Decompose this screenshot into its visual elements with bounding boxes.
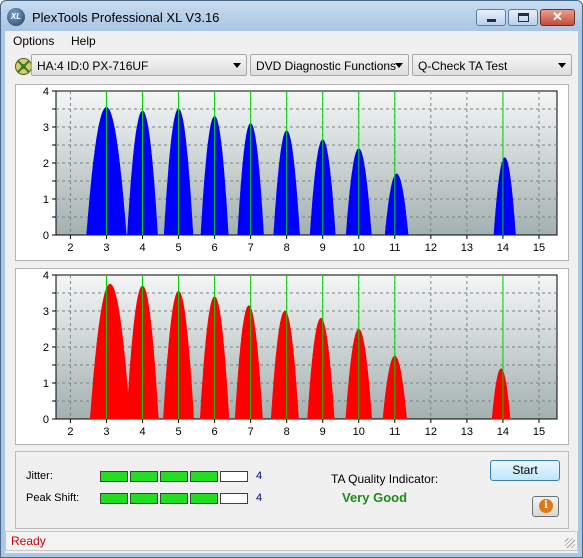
meter-segment xyxy=(160,471,188,482)
ta-quality-label: TA Quality Indicator: xyxy=(331,472,439,486)
x-tick-label: 10 xyxy=(353,426,365,438)
meter-segment xyxy=(220,493,248,504)
peak-shift-meter xyxy=(100,493,248,504)
x-tick-label: 3 xyxy=(103,426,109,438)
x-tick-label: 11 xyxy=(389,426,400,438)
maximize-button[interactable] xyxy=(508,9,538,26)
x-tick-label: 12 xyxy=(425,426,437,438)
menu-help[interactable]: Help xyxy=(71,34,96,48)
function-select-value: DVD Diagnostic Functions xyxy=(256,59,397,73)
x-tick-label: 13 xyxy=(461,426,473,438)
x-tick-label: 14 xyxy=(497,426,509,438)
y-tick-label: 1 xyxy=(43,194,49,206)
ta-quality-value: Very Good xyxy=(342,490,408,505)
jitter-label: Jitter: xyxy=(26,470,53,482)
close-button[interactable]: ✕ xyxy=(540,9,575,26)
y-tick-label: 0 xyxy=(43,230,49,242)
land-chart-svg: 012342 3 4 5 6 7 8 9 10 11 12 13 14 15 xyxy=(43,86,558,254)
x-tick-label: 7 xyxy=(248,242,254,254)
x-tick-label: 15 xyxy=(533,242,545,254)
window-title: PlexTools Professional XL V3.16 xyxy=(32,10,220,25)
y-tick-label: 3 xyxy=(43,122,49,134)
status-bar: Ready xyxy=(5,531,578,551)
meter-segment xyxy=(100,471,128,482)
pit-chart: 0 1 2 3 4 2 3 4 5 6 7 8 9 10 11 12 13 14 15 xyxy=(15,268,569,445)
meter-segment xyxy=(130,493,158,504)
x-tick-label: 5 xyxy=(175,426,181,438)
land-chart: 0 1 2 3 4 2 3 4 5 6 7 8 9 10 11 12 13 14 15 xyxy=(15,84,569,261)
chevron-down-icon xyxy=(558,63,566,68)
x-tick-label: 2 xyxy=(67,242,73,254)
x-tick-label: 8 xyxy=(284,426,290,438)
meter-segment xyxy=(190,471,218,482)
meter-segment xyxy=(190,493,218,504)
status-text: Ready xyxy=(11,534,46,548)
result-panel: Jitter: 4 Peak Shift: 4 TA Quality Indic… xyxy=(15,451,569,529)
x-tick-label: 4 xyxy=(139,242,145,254)
close-icon: ✕ xyxy=(552,9,563,24)
x-tick-label: 6 xyxy=(212,242,218,254)
start-button[interactable]: Start xyxy=(490,460,560,481)
drive-select[interactable]: HA:4 ID:0 PX-716UF xyxy=(31,54,247,76)
x-tick-label: 11 xyxy=(389,242,400,254)
x-tick-label: 7 xyxy=(248,426,254,438)
info-button[interactable]: i xyxy=(532,496,559,517)
x-tick-label: 10 xyxy=(353,242,365,254)
x-tick-label: 9 xyxy=(320,242,326,254)
x-tick-label: 15 xyxy=(533,426,545,438)
x-tick-label: 9 xyxy=(320,426,326,438)
jitter-value: 4 xyxy=(256,470,263,482)
y-tick-label: 4 xyxy=(43,86,49,98)
menu-options[interactable]: Options xyxy=(13,34,54,48)
maximize-icon xyxy=(518,13,529,22)
x-tick-label: 12 xyxy=(425,242,437,254)
pit-chart-svg: 012342 3 4 5 6 7 8 9 10 11 12 13 14 15 xyxy=(43,270,558,438)
client-area: Options Help HA:4 ID:0 PX-716UF DVD Diag… xyxy=(5,31,578,553)
minimize-button[interactable] xyxy=(476,9,506,26)
minimize-icon xyxy=(487,19,496,22)
info-icon: i xyxy=(539,499,553,513)
y-tick-label: 2 xyxy=(43,158,49,170)
meter-segment xyxy=(130,471,158,482)
y-tick-label: 4 xyxy=(43,270,49,282)
x-tick-label: 14 xyxy=(497,242,509,254)
x-tick-label: 13 xyxy=(461,242,473,254)
toolbar: HA:4 ID:0 PX-716UF DVD Diagnostic Functi… xyxy=(5,52,578,78)
chevron-down-icon xyxy=(395,63,403,68)
resize-grip-icon[interactable] xyxy=(565,538,575,548)
chevron-down-icon xyxy=(233,63,241,68)
function-select[interactable]: DVD Diagnostic Functions xyxy=(250,54,409,76)
title-bar[interactable]: XL PlexTools Professional XL V3.16 ✕ xyxy=(1,1,582,31)
meter-segment xyxy=(220,471,248,482)
y-tick-label: 2 xyxy=(43,342,49,354)
x-tick-label: 2 xyxy=(67,426,73,438)
y-tick-label: 1 xyxy=(43,378,49,390)
y-tick-label: 0 xyxy=(43,414,49,426)
drive-select-value: HA:4 ID:0 PX-716UF xyxy=(37,59,149,73)
x-tick-label: 6 xyxy=(212,426,218,438)
meter-segment xyxy=(160,493,188,504)
meter-segment xyxy=(100,493,128,504)
test-select[interactable]: Q-Check TA Test xyxy=(412,54,572,76)
peak-shift-label: Peak Shift: xyxy=(26,492,80,504)
jitter-meter xyxy=(100,471,248,482)
cd-drive-icon xyxy=(15,58,32,75)
x-tick-label: 4 xyxy=(139,426,145,438)
test-select-value: Q-Check TA Test xyxy=(418,59,508,73)
x-tick-label: 8 xyxy=(284,242,290,254)
peak-shift-value: 4 xyxy=(256,492,263,504)
menu-bar: Options Help xyxy=(5,31,578,51)
x-tick-label: 3 xyxy=(103,242,109,254)
x-tick-label: 5 xyxy=(175,242,181,254)
app-window: XL PlexTools Professional XL V3.16 ✕ Opt… xyxy=(0,0,583,558)
y-tick-label: 3 xyxy=(43,306,49,318)
app-logo-icon: XL xyxy=(7,8,25,26)
